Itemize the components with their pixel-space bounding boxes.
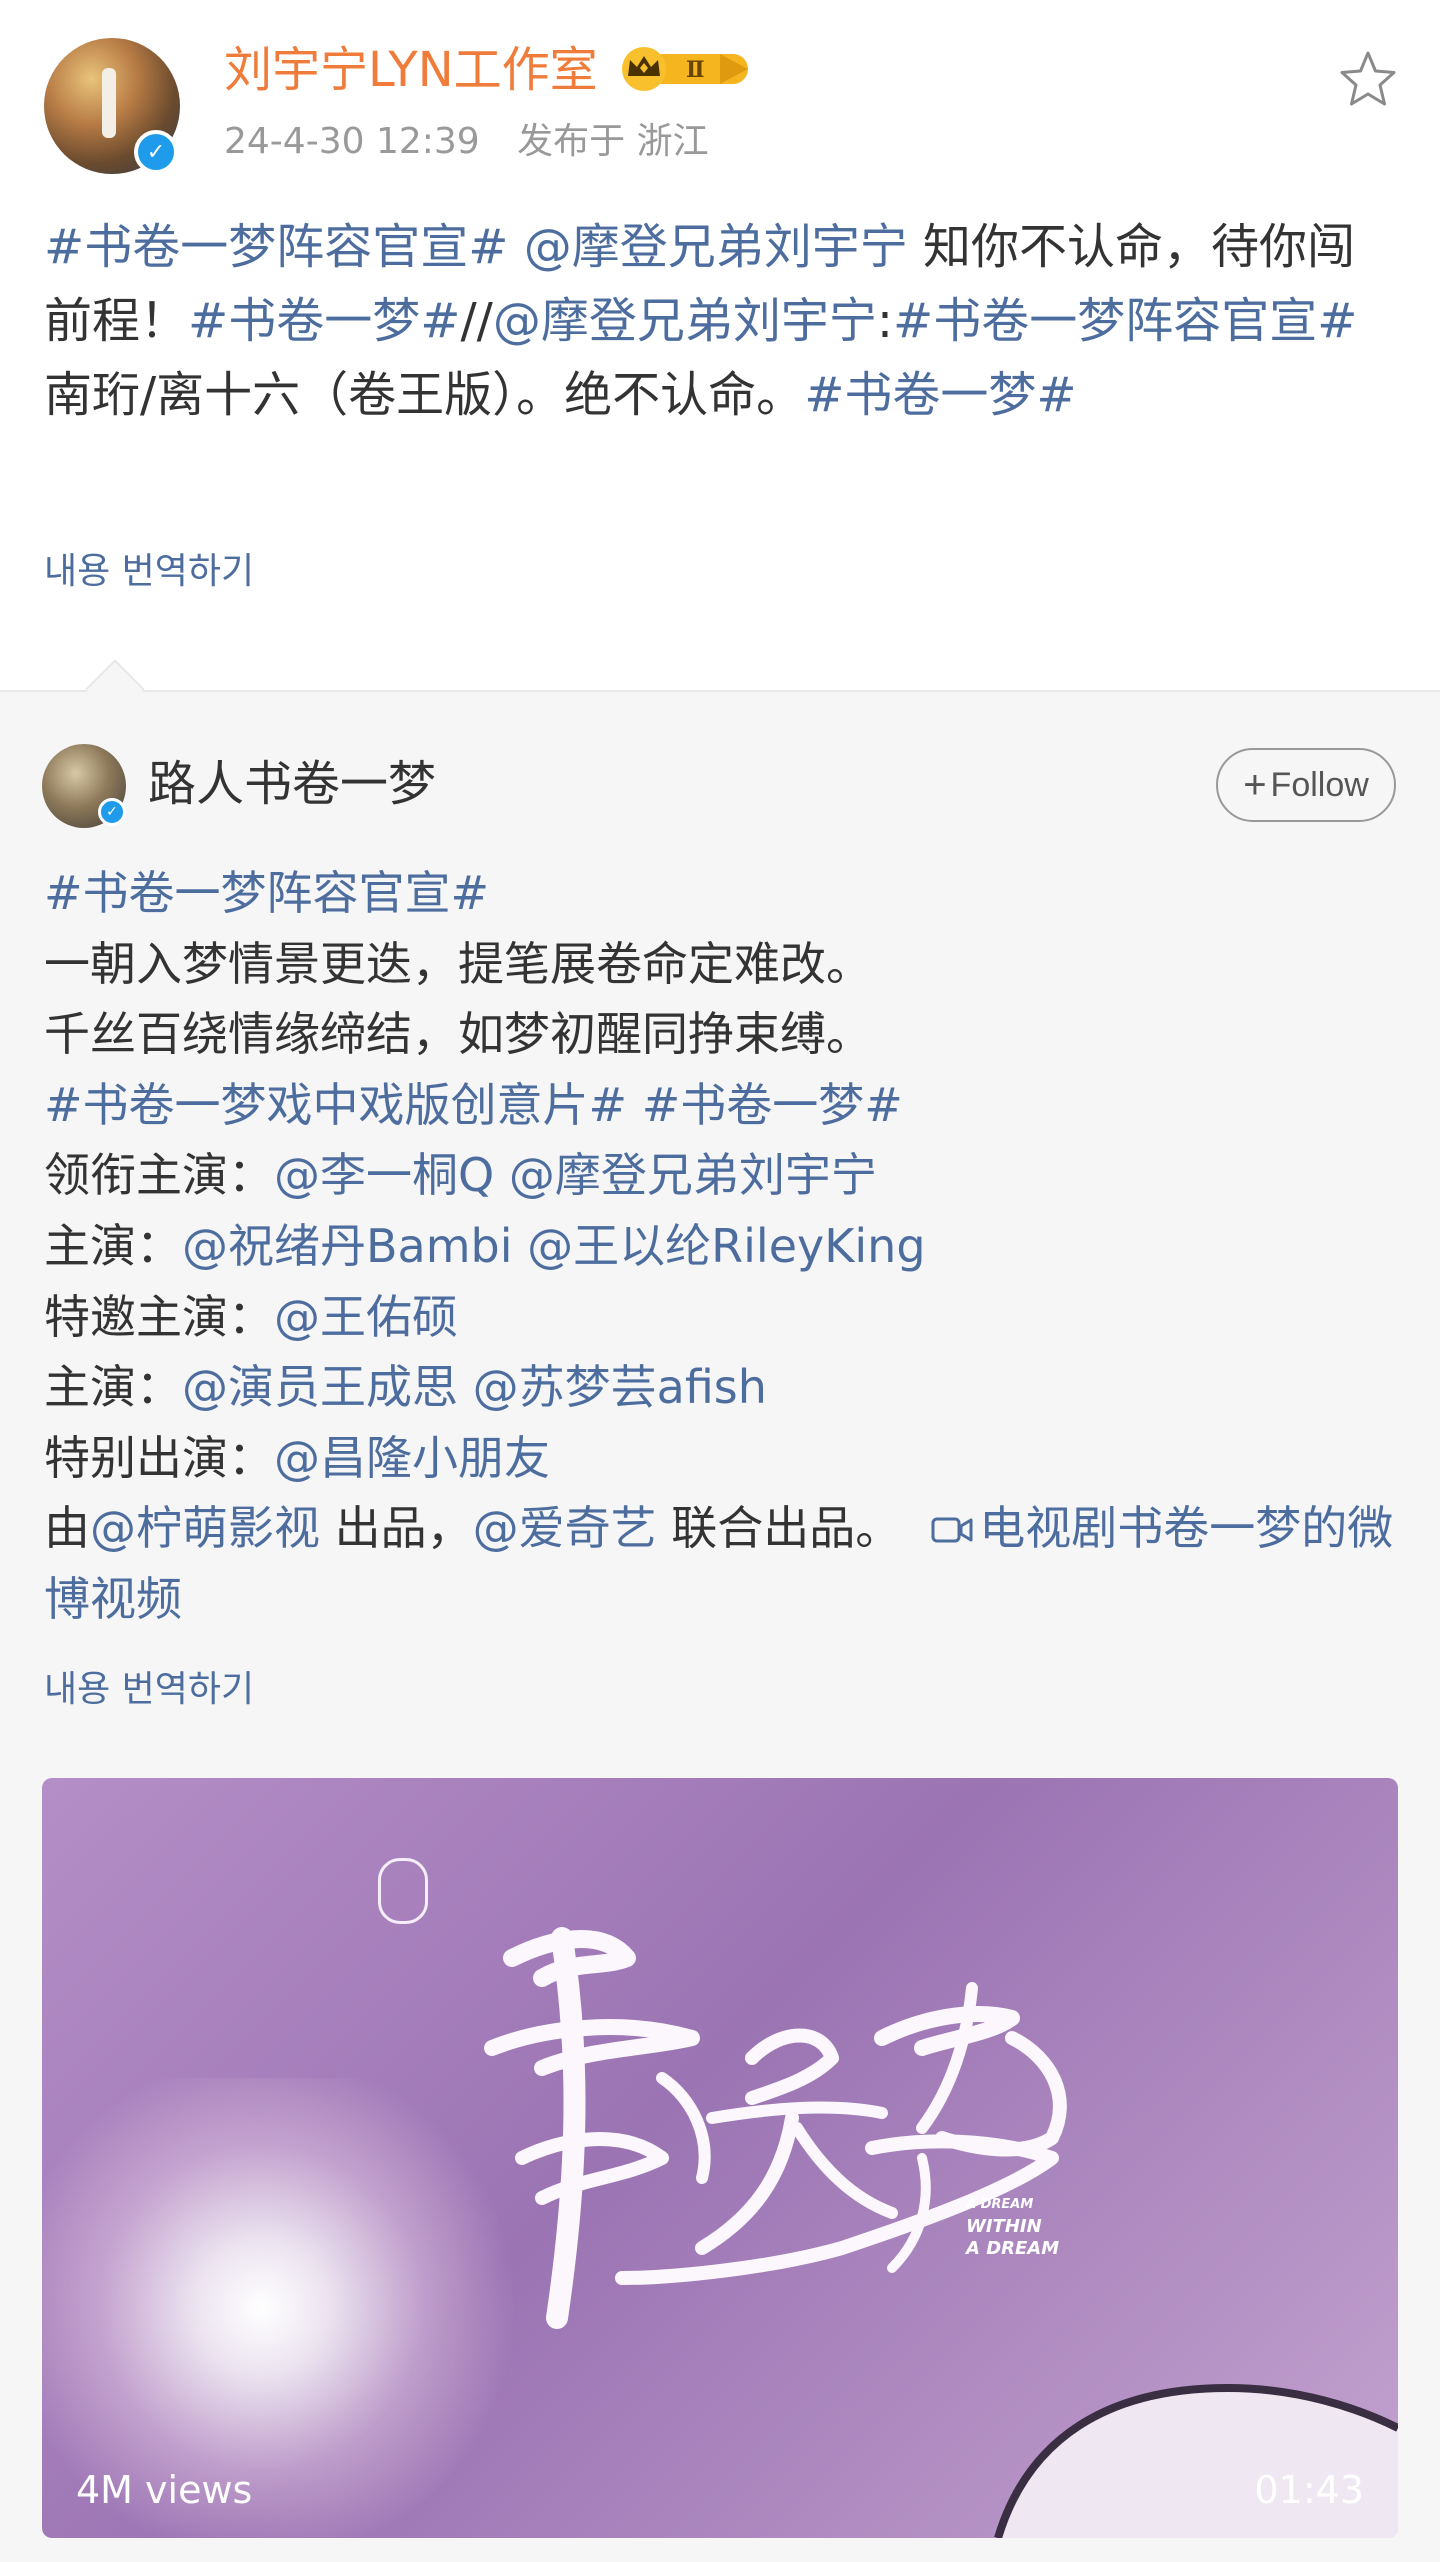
repost-line: 主演：@祝绪丹Bambi @王以纶RileyKing (44, 1211, 1394, 1282)
verified-icon: ✓ (134, 130, 178, 174)
post-text-part[interactable]: #书卷一梦阵容官宣# (893, 293, 1357, 349)
text-segment: 主演： (44, 1218, 182, 1273)
plus-icon: + (1243, 763, 1267, 807)
translate-link[interactable]: 내용 번역하기 (44, 548, 254, 596)
video-views: 4M views (76, 2468, 253, 2512)
mention[interactable]: @柠萌影视 (90, 1501, 320, 1555)
video-player[interactable]: A DREAM WITHIN A DREAM 4M views 01:43 (42, 1778, 1398, 2538)
text-segment: 千丝百绕情缘缔结，如梦初醒同挣束缚。 (44, 1007, 872, 1062)
hashtag[interactable]: #书卷一梦阵容官宣# (44, 866, 489, 920)
text-segment: 领衔主演： (44, 1148, 274, 1203)
mention[interactable]: @王以纶RileyKing (527, 1219, 925, 1273)
repost-line: #书卷一梦阵容官宣# (44, 858, 1394, 929)
post-text-part[interactable]: #书卷一梦阵容官宣# (44, 219, 508, 275)
video-camera-icon (931, 1517, 973, 1543)
repost-line: 领衔主演：@李一桐Q @摩登兄弟刘宇宁 (44, 1140, 1394, 1211)
text-segment: 一朝入梦情景更迭，提笔展卷命定难改。 (44, 936, 872, 991)
repost-line: 一朝入梦情景更迭，提笔展卷命定难改。 (44, 929, 1394, 1000)
mention[interactable]: @演员王成思 (182, 1360, 458, 1414)
repost-author-avatar[interactable]: ✓ (42, 744, 126, 828)
follow-button[interactable]: + Follow (1216, 748, 1396, 822)
post-location: 发布于 浙江 (517, 121, 709, 162)
avatar-figure (102, 68, 116, 138)
repost-card[interactable]: ✓ 路人书卷一梦 + Follow #书卷一梦阵容官宣# 一朝入梦情景更迭，提笔展… (0, 659, 1440, 2562)
text-segment: 由 (44, 1501, 90, 1556)
post-text-part: : (876, 293, 893, 349)
mention[interactable]: @祝绪丹Bambi (182, 1219, 513, 1273)
post-text: #书卷一梦阵容官宣# @摩登兄弟刘宇宁 知你不认命，待你闯前程！#书卷一梦#//… (44, 210, 1394, 432)
text-segment: 特邀主演： (44, 1289, 274, 1344)
video-subtitle-line: WITHIN (966, 2216, 1042, 2237)
translate-link[interactable]: 내용 번역하기 (44, 1666, 254, 1714)
text-segment (458, 1360, 473, 1414)
vip-crown-icon[interactable]: Ⅱ (620, 46, 756, 92)
mention[interactable]: @苏梦芸afish (473, 1360, 767, 1414)
post-text-part (508, 219, 523, 275)
text-segment (627, 1078, 642, 1132)
mention[interactable]: @王佑硕 (274, 1290, 458, 1344)
post-text-part: 南珩/离十六（卷王版）。绝不认命。 (44, 367, 805, 423)
weibo-post: ✓ 刘宇宁LYN工作室 Ⅱ 24-4-30 12:39 发布于 浙江 #书卷一梦… (0, 0, 1440, 690)
text-segment: 主演： (44, 1360, 182, 1415)
post-meta: 24-4-30 12:39 发布于 浙江 (224, 118, 709, 166)
post-timestamp: 24-4-30 12:39 (224, 121, 480, 162)
repost-line: 特别出演：@昌隆小朋友 (44, 1423, 1394, 1494)
video-seal-mark (378, 1858, 428, 1924)
video-subtitle-line: A DREAM (966, 2197, 1034, 2212)
repost-line: 由@柠萌影视 出品，@爱奇艺 联合出品。 电视剧书卷一梦的微博视频 (44, 1493, 1394, 1634)
repost-line: 特邀主演：@王佑硕 (44, 1282, 1394, 1353)
text-segment: 联合出品。 (656, 1501, 902, 1556)
vip-level: Ⅱ (686, 57, 705, 83)
text-segment (494, 1148, 509, 1202)
repost-author-name[interactable]: 路人书卷一梦 (148, 752, 436, 816)
hashtag[interactable]: #书卷一梦# (642, 1078, 903, 1132)
post-text-part[interactable]: @摩登兄弟刘宇宁 (493, 293, 877, 349)
verified-icon: ✓ (98, 798, 126, 826)
author-name[interactable]: 刘宇宁LYN工作室 (224, 38, 598, 102)
post-text-part[interactable]: #书卷一梦# (804, 367, 1076, 423)
repost-line: 主演：@演员王成思 @苏梦芸afish (44, 1352, 1394, 1423)
post-text-part[interactable]: #书卷一梦# (188, 293, 460, 349)
post-text-part[interactable]: @摩登兄弟刘宇宁 (524, 219, 908, 275)
repost-line: 千丝百绕情缘缔结，如梦初醒同挣束缚。 (44, 999, 1394, 1070)
text-segment: 出品， (320, 1501, 473, 1556)
text-segment: 特别出演： (44, 1430, 274, 1485)
star-icon[interactable] (1336, 48, 1400, 112)
text-segment (513, 1219, 528, 1273)
follow-label: Follow (1270, 765, 1369, 804)
author-avatar[interactable]: ✓ (44, 38, 180, 174)
video-duration: 01:43 (1254, 2468, 1364, 2512)
repost-line: #书卷一梦戏中戏版创意片# #书卷一梦# (44, 1070, 1394, 1141)
repost-text: #书卷一梦阵容官宣# 一朝入梦情景更迭，提笔展卷命定难改。 千丝百绕情缘缔结，如… (44, 858, 1394, 1635)
mention[interactable]: @昌隆小朋友 (274, 1431, 550, 1485)
mention[interactable]: @爱奇艺 (473, 1501, 657, 1555)
post-text-part: // (460, 293, 493, 349)
mention[interactable]: @李一桐Q (274, 1148, 494, 1202)
mention[interactable]: @摩登兄弟刘宇宁 (509, 1148, 877, 1202)
hashtag[interactable]: #书卷一梦戏中戏版创意片# (44, 1078, 627, 1132)
